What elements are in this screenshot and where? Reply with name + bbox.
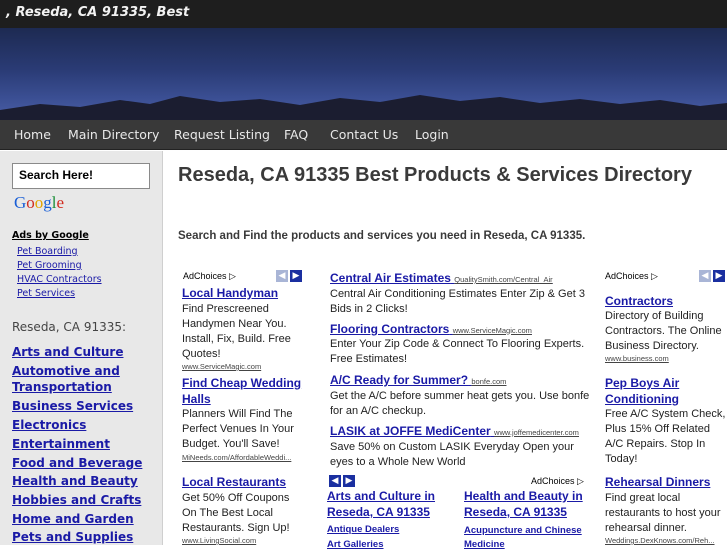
ad-url[interactable]: www.ServiceMagic.com [182, 362, 261, 371]
ad-title[interactable]: Find Cheap Wedding Halls [182, 375, 312, 407]
adchoices-label[interactable]: AdChoices ▷ [183, 271, 236, 282]
sidebar-location-heading: Reseda, CA 91335: [12, 320, 127, 334]
ad-prev-arrow-icon[interactable]: ◀ [276, 270, 288, 282]
category-link-electronics[interactable]: Electronics [12, 417, 157, 433]
adchoices-label[interactable]: AdChoices ▷ [531, 476, 584, 487]
nav-request-listing[interactable]: Request Listing [174, 127, 270, 142]
site-title: , Reseda, CA 91335, Best [6, 5, 190, 20]
ad-prev-arrow-icon[interactable]: ◀ [699, 270, 711, 282]
ad-url[interactable]: bonfe.com [471, 377, 506, 386]
ads-by-google-label[interactable]: Ads by Google [12, 230, 89, 241]
ad-next-arrow-icon[interactable]: ▶ [290, 270, 302, 282]
category-link-pets-and-supplies[interactable]: Pets and Supplies [12, 529, 157, 545]
ad-title[interactable]: Contractors [605, 293, 725, 309]
ad-url[interactable]: www.LivingSocial.com [182, 536, 256, 545]
ad-title[interactable]: Rehearsal Dinners [605, 474, 725, 490]
ad-title[interactable]: Local Handyman [182, 285, 322, 301]
block-next-arrow-icon[interactable]: ▶ [343, 475, 355, 487]
ad-body: Find Prescreened Handymen Near You. Inst… [182, 303, 291, 360]
category-link-business-services[interactable]: Business Services [12, 398, 157, 414]
category-block-title[interactable]: Arts and Culture in Reseda, CA 91335 [327, 488, 457, 520]
category-block-link[interactable]: Acupuncture and Chinese Medicine [464, 524, 599, 552]
top-bar: , Reseda, CA 91335, Best [0, 0, 727, 28]
header-banner [0, 28, 727, 120]
ad-body: Find great local restaurants to host you… [605, 492, 721, 534]
search-input[interactable]: Search Here! [12, 163, 150, 189]
ad-url[interactable]: MiNeeds.com/AffordableWeddi... [182, 453, 291, 462]
ad-body: Central Air Conditioning Estimates Enter… [330, 288, 585, 315]
main-navigation: Home Main Directory Request Listing FAQ … [0, 120, 727, 150]
category-link-automotive-and-transportation[interactable]: Automotive and Transportation [12, 363, 157, 395]
ad-title[interactable]: Central Air Estimates QualitySmith.com/C… [330, 270, 590, 288]
ad-url[interactable]: QualitySmith.com/Central_Air [454, 275, 552, 284]
category-link-health-and-beauty[interactable]: Health and Beauty [12, 473, 157, 489]
ad-body: Free A/C System Check, Plus 15% Off Rela… [605, 408, 726, 465]
ad-next-arrow-icon[interactable]: ▶ [713, 270, 725, 282]
nav-faq[interactable]: FAQ [284, 127, 308, 142]
page-intro: Search and Find the products and service… [178, 230, 586, 242]
main-content: Reseda, CA 91335 Best Products & Service… [164, 151, 727, 550]
ad-body: Save 50% on Custom LASIK Everyday Open y… [330, 441, 574, 468]
category-link-home-and-garden[interactable]: Home and Garden [12, 511, 157, 527]
page-title: Reseda, CA 91335 Best Products & Service… [178, 164, 692, 186]
ad-title[interactable]: Local Restaurants [182, 474, 322, 490]
category-link-hobbies-and-crafts[interactable]: Hobbies and Crafts [12, 492, 157, 508]
ad-url[interactable]: Weddings.DexKnows.com/Reh... [605, 536, 715, 545]
ad-body: Directory of Building Contractors. The O… [605, 310, 722, 352]
ad-url[interactable]: www.joffemedicenter.com [494, 428, 579, 437]
ad-url[interactable]: www.business.com [605, 354, 669, 363]
sidebar-ad-link[interactable]: Pet Boarding [17, 246, 78, 257]
ad-body: Get the A/C before summer heat gets you.… [330, 390, 590, 417]
category-link-food-and-beverage[interactable]: Food and Beverage [12, 455, 157, 471]
sidebar-ad-link[interactable]: Pet Grooming [17, 260, 82, 271]
ad-body: Planners Will Find The Perfect Venues In… [182, 408, 294, 450]
category-block-title[interactable]: Health and Beauty in Reseda, CA 91335 [464, 488, 594, 520]
sidebar: Search Here! Google Ads by Google Pet Bo… [0, 151, 163, 545]
category-link-entertainment[interactable]: Entertainment [12, 436, 157, 452]
adchoices-label[interactable]: AdChoices ▷ [605, 271, 658, 282]
ad-title[interactable]: LASIK at JOFFE MediCenter www.joffemedic… [330, 423, 595, 441]
category-link-arts-and-culture[interactable]: Arts and Culture [12, 344, 157, 360]
nav-main-directory[interactable]: Main Directory [68, 127, 159, 142]
ad-url[interactable]: www.ServiceMagic.com [453, 326, 532, 335]
ad-title[interactable]: A/C Ready for Summer? bonfe.com [330, 372, 590, 390]
nav-login[interactable]: Login [415, 127, 449, 142]
ad-body: Enter Your Zip Code & Connect To Floorin… [330, 338, 585, 365]
category-block-link[interactable]: Antique Dealers [327, 524, 399, 535]
mountain-silhouette [0, 95, 727, 120]
sidebar-ad-link[interactable]: Pet Services [17, 288, 75, 299]
nav-home[interactable]: Home [14, 127, 51, 142]
google-logo: Google [14, 193, 65, 212]
nav-contact-us[interactable]: Contact Us [330, 127, 398, 142]
ad-title[interactable]: Pep Boys Air Conditioning [605, 375, 715, 407]
sidebar-ad-link[interactable]: HVAC Contractors [17, 274, 102, 285]
block-prev-arrow-icon[interactable]: ◀ [329, 475, 341, 487]
ad-body: Get 50% Off Coupons On The Best Local Re… [182, 492, 290, 534]
